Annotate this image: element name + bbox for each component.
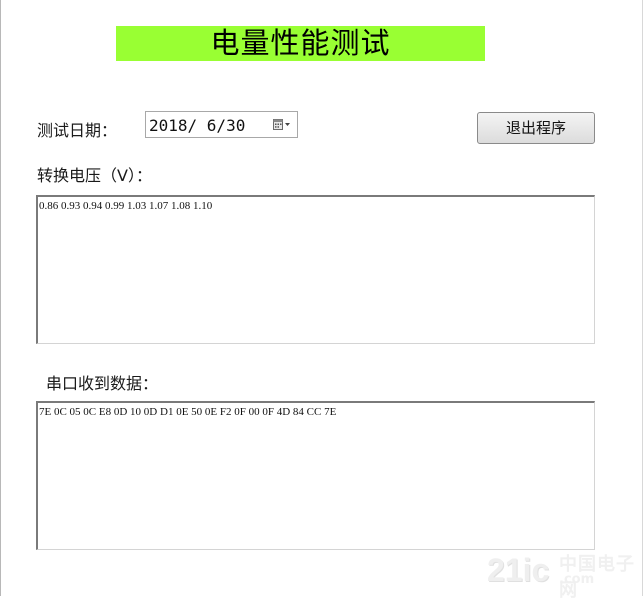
serial-data-textarea[interactable]: 7E 0C 05 0C E8 0D 10 0D D1 0E 50 0E F2 0… <box>36 401 595 550</box>
test-date-picker[interactable]: 2018/ 6/30 <box>145 111 298 138</box>
page-title: 电量性能测试 <box>116 26 485 61</box>
converted-voltage-textarea[interactable]: 0.86 0.93 0.94 0.99 1.03 1.07 1.08 1.10 <box>36 195 595 344</box>
exit-program-button[interactable]: 退出程序 <box>477 112 595 144</box>
site-watermark-logo: 21ic 中国电子网 .com <box>487 548 637 601</box>
converted-voltage-label: 转换电压（V）： <box>37 166 152 185</box>
watermark-line2: .com <box>559 572 595 587</box>
window-left-border <box>0 0 1 596</box>
test-date-label: 测试日期： <box>37 121 118 140</box>
test-date-value: 2018/ 6/30 <box>149 116 246 135</box>
serial-data-label: 串口收到数据： <box>46 374 159 393</box>
watermark-main-text: 21ic <box>487 552 550 588</box>
calendar-dropdown-icon[interactable] <box>273 119 291 131</box>
